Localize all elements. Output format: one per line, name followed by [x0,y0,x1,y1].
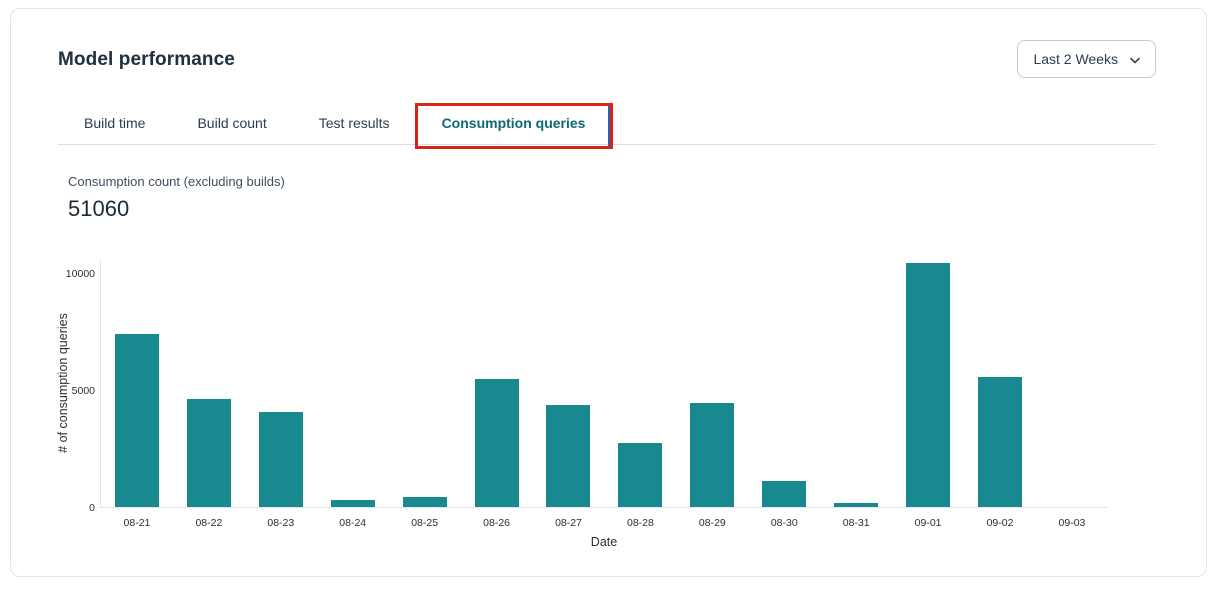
bar-slot: 08-23 [245,259,317,507]
y-tick-label: 10000 [66,268,95,280]
tab-bar: Build time Build count Test results Cons… [58,104,1156,145]
bar-slot: 09-02 [964,259,1036,507]
bar-08-31[interactable] [834,503,878,507]
bar-09-01[interactable] [906,263,950,507]
bar-slot: 08-24 [317,259,389,507]
bar-08-28[interactable] [618,443,662,507]
x-tick-label: 08-26 [461,517,533,529]
x-tick-label: 08-25 [389,517,461,529]
bar-08-22[interactable] [187,399,231,507]
x-tick-label: 08-22 [173,517,245,529]
x-tick-label: 08-29 [676,517,748,529]
bar-08-21[interactable] [115,334,159,507]
tab-build-time[interactable]: Build time [58,104,171,144]
metric-value: 51060 [68,195,1206,222]
bar-slot: 08-30 [748,259,820,507]
tab-label: Test results [319,115,390,131]
page-background: Model performance Last 2 Weeks Build tim… [0,0,1228,590]
bar-08-29[interactable] [690,403,734,507]
x-tick-label: 09-01 [892,517,964,529]
y-axis-ticks: 0500010000 [11,259,100,508]
x-tick-label: 08-21 [101,517,173,529]
bar-08-24[interactable] [331,500,375,507]
consumption-queries-chart: # of consumption queries 0500010000 08-2… [11,259,1206,564]
y-tick-label: 0 [89,502,95,514]
x-tick-label: 09-02 [964,517,1036,529]
bar-slot: 09-03 [1036,259,1108,507]
bar-slot: 09-01 [892,259,964,507]
x-tick-label: 08-27 [533,517,605,529]
page-title: Model performance [58,49,235,71]
x-tick-label: 08-23 [245,517,317,529]
y-tick-label: 5000 [72,385,95,397]
bar-slot: 08-25 [389,259,461,507]
bar-08-23[interactable] [259,412,303,507]
bar-plot: 08-2108-2208-2308-2408-2508-2608-2708-28… [100,259,1108,508]
tab-label: Build time [84,115,145,131]
bar-slot: 08-22 [173,259,245,507]
bar-08-30[interactable] [762,481,806,507]
x-tick-label: 08-24 [317,517,389,529]
bar-slot: 08-31 [820,259,892,507]
metric-block: Consumption count (excluding builds) 510… [68,173,1206,222]
x-tick-label: 08-30 [748,517,820,529]
date-range-dropdown[interactable]: Last 2 Weeks [1017,40,1156,78]
bar-slot: 08-26 [461,259,533,507]
model-performance-card: Model performance Last 2 Weeks Build tim… [10,8,1207,577]
tab-label: Build count [197,115,266,131]
bar-slot: 08-21 [101,259,173,507]
x-tick-label: 08-28 [604,517,676,529]
tab-consumption-queries[interactable]: Consumption queries [416,104,612,144]
tab-label: Consumption queries [442,115,586,131]
x-tick-label: 08-31 [820,517,892,529]
x-tick-label: 09-03 [1036,517,1108,529]
metric-label: Consumption count (excluding builds) [68,173,1206,190]
bar-08-27[interactable] [546,405,590,507]
bar-09-02[interactable] [978,377,1022,507]
bar-08-26[interactable] [475,379,519,507]
bar-08-25[interactable] [403,497,447,507]
date-range-label: Last 2 Weeks [1033,51,1118,67]
tab-focus-ring [608,106,610,146]
bar-slot: 08-28 [604,259,676,507]
card-header: Model performance Last 2 Weeks [11,9,1206,78]
bar-slot: 08-29 [676,259,748,507]
tab-test-results[interactable]: Test results [293,104,416,144]
chevron-down-icon [1130,51,1140,67]
bar-slot: 08-27 [533,259,605,507]
x-axis-title: Date [100,535,1108,549]
tab-build-count[interactable]: Build count [171,104,292,144]
